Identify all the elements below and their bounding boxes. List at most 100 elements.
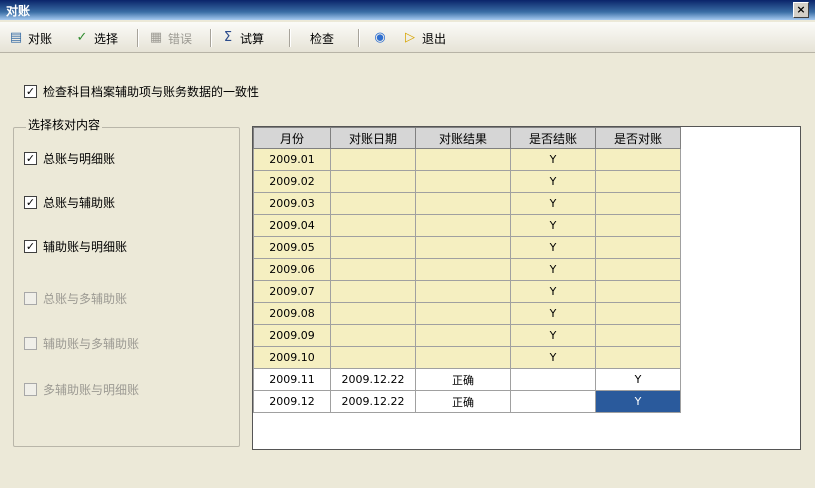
cell-reconciled[interactable] bbox=[595, 192, 681, 215]
select-button[interactable]: ✓ 选择 bbox=[74, 28, 118, 48]
cell-closed[interactable]: Y bbox=[510, 346, 596, 369]
cell-date[interactable] bbox=[330, 192, 416, 215]
table-row[interactable]: 2009.10 Y bbox=[253, 346, 681, 369]
cell-reconciled[interactable] bbox=[595, 170, 681, 193]
cell-date[interactable] bbox=[330, 236, 416, 259]
cell-result[interactable] bbox=[415, 214, 511, 237]
error-button[interactable]: ▦ 错误 bbox=[148, 28, 192, 48]
col-header-month[interactable]: 月份 bbox=[253, 127, 331, 149]
option-gl-vs-aux[interactable]: ✓ 总账与辅助账 bbox=[24, 194, 115, 211]
option-aux-vs-detail[interactable]: ✓ 辅助账与明细账 bbox=[24, 238, 127, 255]
cell-month[interactable]: 2009.02 bbox=[253, 170, 331, 193]
col-header-result[interactable]: 对账结果 bbox=[415, 127, 511, 149]
cell-date[interactable] bbox=[330, 214, 416, 237]
table-row[interactable]: 2009.07 Y bbox=[253, 280, 681, 303]
exit-button[interactable]: ▷ 退出 bbox=[402, 28, 446, 48]
cell-closed[interactable]: Y bbox=[510, 148, 596, 171]
cell-result[interactable] bbox=[415, 346, 511, 369]
table-row[interactable]: 2009.05 Y bbox=[253, 236, 681, 259]
cell-month[interactable]: 2009.11 bbox=[253, 368, 331, 391]
cell-result[interactable] bbox=[415, 170, 511, 193]
option-checkbox[interactable]: ✓ bbox=[24, 337, 37, 350]
cell-result[interactable] bbox=[415, 236, 511, 259]
reconcile-grid[interactable]: 月份 对账日期 对账结果 是否结账 是否对账 2009.01 Y 2009.02 Y 2… bbox=[252, 126, 801, 450]
cell-result[interactable] bbox=[415, 324, 511, 347]
cell-reconciled[interactable] bbox=[595, 148, 681, 171]
option-aux-vs-multi-aux[interactable]: ✓ 辅助账与多辅助账 bbox=[24, 335, 139, 352]
cell-month[interactable]: 2009.06 bbox=[253, 258, 331, 281]
trial-balance-button[interactable]: Σ 试算 bbox=[220, 28, 264, 48]
option-multi-aux-vs-detail[interactable]: ✓ 多辅助账与明细账 bbox=[24, 381, 139, 398]
table-row[interactable]: 2009.04 Y bbox=[253, 214, 681, 237]
consistency-checkbox[interactable]: ✓ bbox=[24, 85, 37, 98]
col-header-closed[interactable]: 是否结账 bbox=[510, 127, 596, 149]
cell-closed[interactable]: Y bbox=[510, 258, 596, 281]
cell-month[interactable]: 2009.05 bbox=[253, 236, 331, 259]
cell-reconciled[interactable]: Y bbox=[595, 390, 681, 413]
check-button[interactable]: 检查 bbox=[310, 28, 334, 48]
help-button[interactable]: ◉ bbox=[372, 28, 388, 48]
reconcile-button[interactable]: ▤ 对账 bbox=[8, 28, 52, 48]
consistency-check-option[interactable]: ✓ 检查科目档案辅助项与账务数据的一致性 bbox=[24, 83, 259, 100]
cell-reconciled[interactable] bbox=[595, 324, 681, 347]
cell-date[interactable]: 2009.12.22 bbox=[330, 390, 416, 413]
col-header-reconciled[interactable]: 是否对账 bbox=[595, 127, 681, 149]
option-checkbox[interactable]: ✓ bbox=[24, 196, 37, 209]
table-row[interactable]: 2009.03 Y bbox=[253, 192, 681, 215]
option-gl-vs-multi-aux[interactable]: ✓ 总账与多辅助账 bbox=[24, 290, 127, 307]
table-row[interactable]: 2009.12 2009.12.22 正确 Y bbox=[253, 390, 681, 413]
cell-month[interactable]: 2009.12 bbox=[253, 390, 331, 413]
cell-month[interactable]: 2009.01 bbox=[253, 148, 331, 171]
table-row[interactable]: 2009.01 Y bbox=[253, 148, 681, 171]
cell-result[interactable] bbox=[415, 258, 511, 281]
cell-result[interactable]: 正确 bbox=[415, 390, 511, 413]
cell-closed[interactable]: Y bbox=[510, 236, 596, 259]
cell-reconciled[interactable]: Y bbox=[595, 368, 681, 391]
cell-result[interactable] bbox=[415, 148, 511, 171]
cell-month[interactable]: 2009.07 bbox=[253, 280, 331, 303]
cell-closed[interactable]: Y bbox=[510, 192, 596, 215]
cell-month[interactable]: 2009.08 bbox=[253, 302, 331, 325]
cell-reconciled[interactable] bbox=[595, 214, 681, 237]
cell-closed[interactable]: Y bbox=[510, 214, 596, 237]
col-header-date[interactable]: 对账日期 bbox=[330, 127, 416, 149]
option-gl-vs-detail[interactable]: ✓ 总账与明细账 bbox=[24, 150, 115, 167]
cell-reconciled[interactable] bbox=[595, 302, 681, 325]
cell-reconciled[interactable] bbox=[595, 346, 681, 369]
cell-date[interactable] bbox=[330, 170, 416, 193]
option-checkbox[interactable]: ✓ bbox=[24, 152, 37, 165]
table-row[interactable]: 2009.09 Y bbox=[253, 324, 681, 347]
cell-month[interactable]: 2009.10 bbox=[253, 346, 331, 369]
cell-closed[interactable] bbox=[510, 368, 596, 391]
option-checkbox[interactable]: ✓ bbox=[24, 240, 37, 253]
cell-date[interactable] bbox=[330, 324, 416, 347]
option-checkbox[interactable]: ✓ bbox=[24, 383, 37, 396]
cell-date[interactable] bbox=[330, 280, 416, 303]
cell-date[interactable] bbox=[330, 346, 416, 369]
title-bar[interactable]: 对账 × bbox=[0, 0, 815, 20]
cell-result[interactable] bbox=[415, 302, 511, 325]
cell-closed[interactable]: Y bbox=[510, 324, 596, 347]
cell-reconciled[interactable] bbox=[595, 258, 681, 281]
close-button[interactable]: × bbox=[793, 2, 809, 18]
cell-month[interactable]: 2009.09 bbox=[253, 324, 331, 347]
cell-closed[interactable]: Y bbox=[510, 302, 596, 325]
cell-date[interactable]: 2009.12.22 bbox=[330, 368, 416, 391]
cell-date[interactable] bbox=[330, 258, 416, 281]
cell-reconciled[interactable] bbox=[595, 236, 681, 259]
cell-result[interactable]: 正确 bbox=[415, 368, 511, 391]
cell-closed[interactable] bbox=[510, 390, 596, 413]
cell-month[interactable]: 2009.04 bbox=[253, 214, 331, 237]
cell-date[interactable] bbox=[330, 148, 416, 171]
cell-date[interactable] bbox=[330, 302, 416, 325]
table-row[interactable]: 2009.06 Y bbox=[253, 258, 681, 281]
table-row[interactable]: 2009.08 Y bbox=[253, 302, 681, 325]
cell-result[interactable] bbox=[415, 192, 511, 215]
cell-closed[interactable]: Y bbox=[510, 170, 596, 193]
cell-closed[interactable]: Y bbox=[510, 280, 596, 303]
cell-result[interactable] bbox=[415, 280, 511, 303]
table-row[interactable]: 2009.02 Y bbox=[253, 170, 681, 193]
cell-reconciled[interactable] bbox=[595, 280, 681, 303]
cell-month[interactable]: 2009.03 bbox=[253, 192, 331, 215]
table-row[interactable]: 2009.11 2009.12.22 正确 Y bbox=[253, 368, 681, 391]
